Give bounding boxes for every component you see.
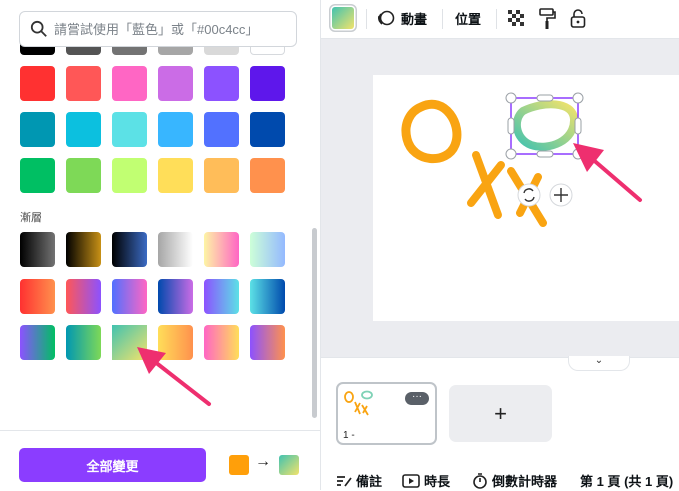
search-input[interactable] bbox=[54, 19, 284, 39]
rotate-handle[interactable] bbox=[517, 183, 541, 207]
thumbnail-preview bbox=[344, 390, 373, 416]
page-number-label: 1 - bbox=[343, 430, 355, 441]
gradient-swatch[interactable] bbox=[158, 232, 193, 267]
gradient-swatch[interactable] bbox=[66, 325, 101, 360]
timer-label: 倒數計時器 bbox=[492, 474, 558, 489]
arrow-right-icon: → bbox=[255, 453, 271, 470]
duration-button[interactable]: 時長 bbox=[402, 471, 450, 490]
gradient-swatch[interactable] bbox=[250, 279, 285, 314]
notes-button[interactable]: 備註 bbox=[336, 471, 382, 490]
gradient-swatch[interactable] bbox=[204, 232, 239, 267]
color-swatch[interactable] bbox=[158, 158, 193, 193]
editor-toolbar: 動畫 位置 bbox=[321, 0, 679, 39]
collapse-pages-button[interactable]: ⌄ bbox=[568, 356, 630, 371]
timer-button[interactable]: 倒數計時器 bbox=[472, 471, 557, 490]
drawn-o-stroke[interactable] bbox=[401, 99, 462, 164]
transparency-icon[interactable] bbox=[508, 10, 525, 27]
color-swatch[interactable] bbox=[250, 158, 285, 193]
change-all-button[interactable]: 全部變更 bbox=[19, 448, 206, 482]
drawn-gradient-o-stroke[interactable] bbox=[512, 100, 578, 151]
color-swatch[interactable] bbox=[66, 66, 101, 101]
gradient-swatch[interactable] bbox=[112, 232, 147, 267]
toolbar-divider bbox=[496, 9, 497, 29]
color-search[interactable] bbox=[19, 11, 297, 47]
gradient-swatch[interactable] bbox=[204, 279, 239, 314]
color-swatch[interactable] bbox=[158, 112, 193, 147]
color-swatch[interactable] bbox=[112, 158, 147, 193]
play-icon bbox=[402, 473, 420, 488]
swatch-grid: 漸層 bbox=[0, 0, 310, 430]
color-swatch[interactable] bbox=[158, 66, 193, 101]
color-swatch[interactable] bbox=[20, 66, 55, 101]
timer-icon bbox=[473, 472, 487, 489]
color-swatch[interactable] bbox=[250, 112, 285, 147]
color-swatch[interactable] bbox=[20, 158, 55, 193]
drawing-layer bbox=[401, 92, 584, 227]
color-swatch[interactable] bbox=[250, 66, 285, 101]
toolbar-divider bbox=[366, 9, 367, 29]
color-swatch[interactable] bbox=[20, 112, 55, 147]
panel-footer: 全部變更 → bbox=[0, 430, 320, 491]
move-handle[interactable] bbox=[549, 183, 573, 207]
notes-icon bbox=[337, 475, 352, 487]
add-page-button[interactable]: + bbox=[449, 385, 552, 442]
gradient-swatch[interactable] bbox=[20, 232, 55, 267]
gradient-section-label: 漸層 bbox=[20, 212, 42, 224]
duration-label: 時長 bbox=[424, 474, 451, 489]
gradient-swatch[interactable] bbox=[250, 325, 285, 360]
animate-icon[interactable] bbox=[377, 9, 395, 27]
search-icon bbox=[30, 20, 47, 37]
gradient-swatch[interactable] bbox=[112, 325, 147, 360]
page-info: 第 1 頁 (共 1 頁) bbox=[580, 471, 673, 490]
color-swatch[interactable] bbox=[204, 66, 239, 101]
color-panel: 漸層 全部變更 → bbox=[0, 0, 321, 491]
gradient-swatch[interactable] bbox=[158, 279, 193, 314]
panel-scrollbar[interactable] bbox=[312, 228, 317, 418]
drawn-x-stroke[interactable] bbox=[467, 151, 505, 219]
to-color-swatch bbox=[279, 455, 299, 475]
gradient-swatch[interactable] bbox=[66, 232, 101, 267]
page-thumbnail[interactable]: ··· 1 - bbox=[336, 382, 437, 445]
position-button[interactable]: 位置 bbox=[455, 9, 481, 28]
color-swatch[interactable] bbox=[204, 112, 239, 147]
gradient-swatch[interactable] bbox=[250, 232, 285, 267]
chevron-down-icon: ⌄ bbox=[594, 355, 604, 366]
gradient-swatch[interactable] bbox=[20, 325, 55, 360]
color-swatch[interactable] bbox=[66, 158, 101, 193]
paint-roller-icon[interactable] bbox=[539, 8, 557, 30]
gradient-swatch[interactable] bbox=[204, 325, 239, 360]
gradient-swatch[interactable] bbox=[20, 279, 55, 314]
page-more-button[interactable]: ··· bbox=[405, 392, 429, 405]
notes-label: 備註 bbox=[356, 474, 383, 489]
color-swatch[interactable] bbox=[112, 66, 147, 101]
toolbar-divider bbox=[442, 9, 443, 29]
color-swatch[interactable] bbox=[112, 112, 147, 147]
gradient-swatch[interactable] bbox=[66, 279, 101, 314]
color-swatch[interactable] bbox=[204, 158, 239, 193]
from-color-swatch bbox=[229, 455, 249, 475]
gradient-swatch[interactable] bbox=[112, 279, 147, 314]
fill-color-button[interactable] bbox=[332, 7, 354, 29]
gradient-swatch[interactable] bbox=[158, 325, 193, 360]
animate-button[interactable]: 動畫 bbox=[401, 9, 427, 28]
color-swatch[interactable] bbox=[66, 112, 101, 147]
page-info-label: 第 1 頁 (共 1 頁) bbox=[580, 474, 674, 489]
lock-icon[interactable] bbox=[570, 8, 586, 28]
